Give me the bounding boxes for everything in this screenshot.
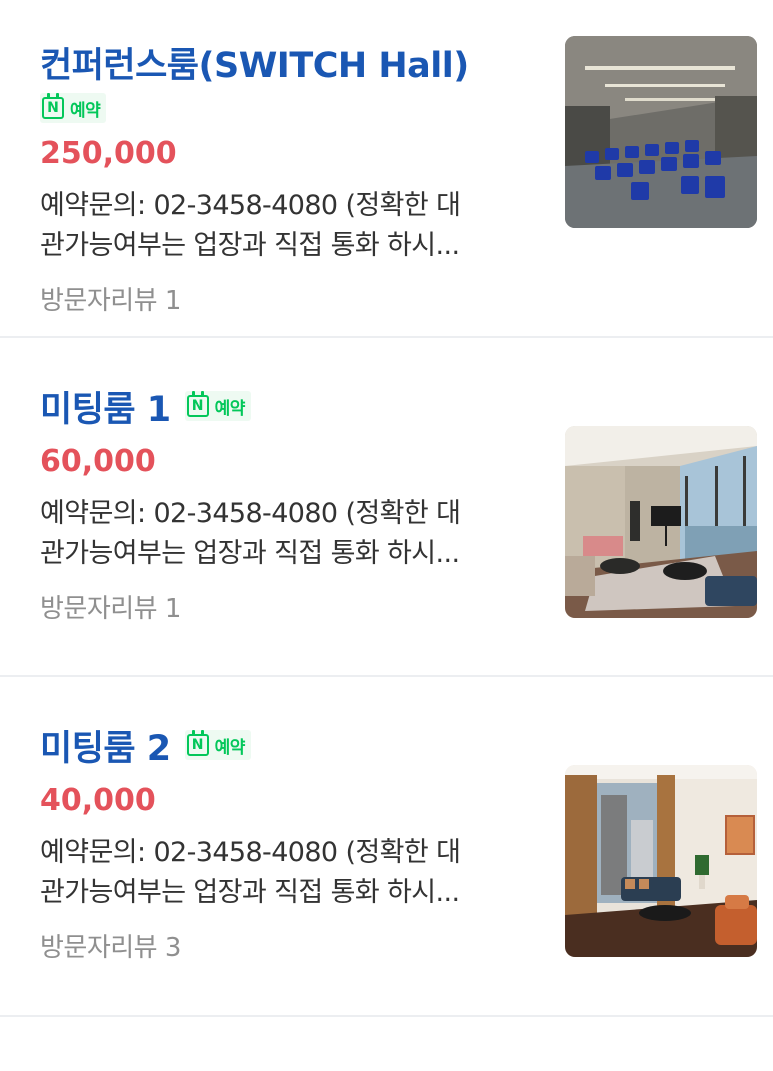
listing-thumbnail[interactable] — [565, 765, 757, 957]
listing-info: 컨퍼런스룸(SWITCH Hall) N 예약 250,000 예약문의: 02… — [40, 36, 540, 317]
badge-row: N 예약 — [40, 88, 540, 128]
title-row: 미팅룸 2 N 예약 — [40, 719, 540, 771]
listing-title[interactable]: 미팅룸 2 — [40, 720, 171, 771]
description-line: 관가능여부는 업장과 직접 통화 하시... — [40, 230, 460, 261]
listing-thumbnail[interactable] — [565, 36, 757, 228]
naver-calendar-icon: N — [186, 730, 209, 756]
list-item[interactable]: 미팅룸 1 N 예약 60,000 예약문의: 02-3458-4080 (정확… — [0, 338, 773, 677]
description-line: 관가능여부는 업장과 직접 통화 하시... — [40, 877, 460, 908]
visitor-reviews-count[interactable]: 방문자리뷰 3 — [40, 927, 540, 964]
listing-info: 미팅룸 1 N 예약 60,000 예약문의: 02-3458-4080 (정확… — [40, 380, 540, 625]
description-line: 예약문의: 02-3458-4080 (정확한 대 — [40, 837, 461, 868]
listing-price: 40,000 — [40, 783, 156, 818]
reservation-badge[interactable]: N 예약 — [40, 93, 107, 123]
listing-description: 예약문의: 02-3458-4080 (정확한 대 관가능여부는 업장과 직접 … — [40, 494, 530, 574]
listing-thumbnail[interactable] — [565, 426, 757, 618]
listing-price: 250,000 — [40, 136, 177, 171]
venue-list: 컨퍼런스룸(SWITCH Hall) N 예약 250,000 예약문의: 02… — [0, 0, 773, 1017]
list-item[interactable]: 컨퍼런스룸(SWITCH Hall) N 예약 250,000 예약문의: 02… — [0, 0, 773, 338]
listing-title[interactable]: 컨퍼런스룸(SWITCH Hall) — [40, 37, 469, 88]
listing-info: 미팅룸 2 N 예약 40,000 예약문의: 02-3458-4080 (정확… — [40, 719, 540, 964]
badge-label: 예약 — [214, 398, 246, 419]
visitor-reviews-count[interactable]: 방문자리뷰 1 — [40, 280, 540, 317]
meeting-room-photo-icon — [565, 426, 757, 618]
description-line: 관가능여부는 업장과 직접 통화 하시... — [40, 538, 460, 569]
list-item[interactable]: 미팅룸 2 N 예약 40,000 예약문의: 02-3458-4080 (정확… — [0, 677, 773, 1017]
naver-calendar-icon: N — [186, 391, 209, 417]
naver-calendar-icon: N — [42, 93, 64, 119]
listing-description: 예약문의: 02-3458-4080 (정확한 대 관가능여부는 업장과 직접 … — [40, 186, 530, 266]
reservation-badge[interactable]: N 예약 — [184, 730, 251, 760]
listing-description: 예약문의: 02-3458-4080 (정확한 대 관가능여부는 업장과 직접 … — [40, 833, 530, 913]
reservation-badge[interactable]: N 예약 — [184, 391, 251, 421]
meeting-room-photo-icon — [565, 765, 757, 957]
badge-label: 예약 — [214, 737, 246, 758]
listing-title[interactable]: 미팅룸 1 — [40, 381, 171, 432]
badge-label: 예약 — [70, 100, 101, 121]
description-line: 예약문의: 02-3458-4080 (정확한 대 — [40, 190, 461, 221]
listing-price: 60,000 — [40, 444, 156, 479]
title-row: 컨퍼런스룸(SWITCH Hall) — [40, 36, 540, 88]
description-line: 예약문의: 02-3458-4080 (정확한 대 — [40, 498, 461, 529]
title-row: 미팅룸 1 N 예약 — [40, 380, 540, 432]
conference-hall-photo-icon — [565, 36, 757, 228]
visitor-reviews-count[interactable]: 방문자리뷰 1 — [40, 588, 540, 625]
